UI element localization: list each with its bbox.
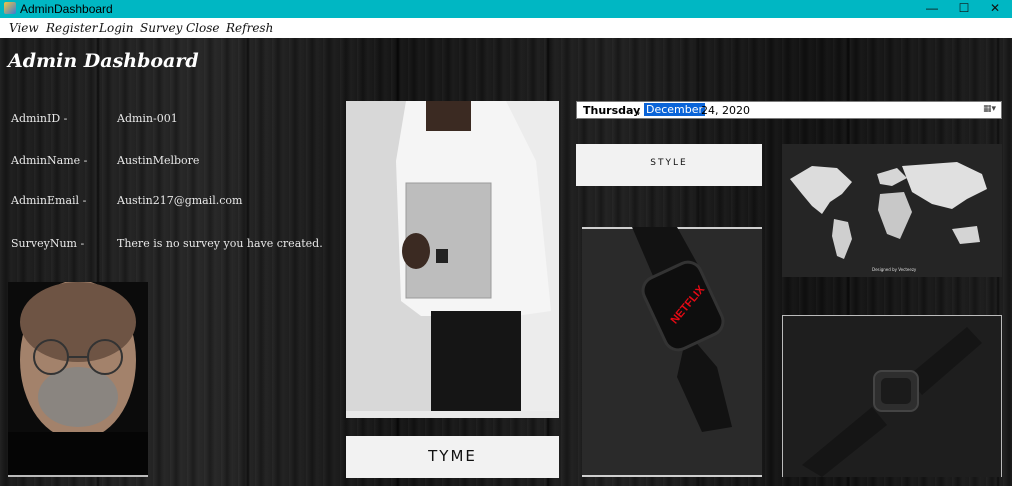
window-title: AdminDashboard <box>20 2 113 16</box>
menu-survey[interactable]: Survey <box>140 21 182 35</box>
smartwatch-photo: NETFLIX <box>582 227 762 477</box>
maximize-button[interactable]: ☐ <box>949 0 979 18</box>
tyme-logo-text: TYME <box>428 447 477 465</box>
menu-close[interactable]: Close <box>186 21 220 35</box>
dashboard-panel: Admin Dashboard AdminID - Admin-001 Admi… <box>0 38 1012 486</box>
calendar-dropdown-icon[interactable]: ▦▾ <box>983 104 999 116</box>
dark-watch-photo <box>782 315 1002 477</box>
style-logo-text: STYLE <box>650 158 688 168</box>
admin-name-label: AdminName - <box>11 154 88 167</box>
admin-name-value: AustinMelbore <box>117 154 200 167</box>
menu-refresh[interactable]: Refresh <box>226 21 273 35</box>
admin-id-label: AdminID - <box>11 112 68 125</box>
date-rest[interactable]: 24, 2020 <box>701 104 750 117</box>
survey-num-value: There is no survey you have created. <box>117 237 323 250</box>
date-day: Thursday <box>583 104 641 117</box>
tyme-logo-image: TYME <box>346 436 559 478</box>
menu-register[interactable]: Register <box>46 21 97 35</box>
menu-bar: View Register Login Survey Close Refresh <box>0 18 1012 38</box>
date-month[interactable]: December <box>644 103 706 116</box>
date-comma: , <box>637 104 641 117</box>
app-icon <box>4 2 16 14</box>
admin-photo <box>8 282 148 477</box>
survey-num-label: SurveyNum - <box>11 237 85 250</box>
world-map-image: Designed by Vecteezy <box>782 144 1002 277</box>
date-picker[interactable]: Thursday , December 24, 2020 ▦▾ <box>576 101 1002 119</box>
fashion-photo <box>346 101 559 418</box>
close-window-button[interactable]: ✕ <box>980 0 1010 18</box>
admin-email-value: Austin217@gmail.com <box>117 194 243 207</box>
menu-login[interactable]: Login <box>99 21 133 35</box>
admin-id-value: Admin-001 <box>117 112 178 125</box>
style-logo-image: STYLE <box>576 144 762 186</box>
minimize-button[interactable]: — <box>917 0 947 18</box>
title-bar: AdminDashboard — ☐ ✕ <box>0 0 1012 18</box>
admin-email-label: AdminEmail - <box>11 194 87 207</box>
menu-view[interactable]: View <box>9 21 39 35</box>
page-title: Admin Dashboard <box>8 50 199 72</box>
map-caption: Designed by Vecteezy <box>872 267 917 272</box>
